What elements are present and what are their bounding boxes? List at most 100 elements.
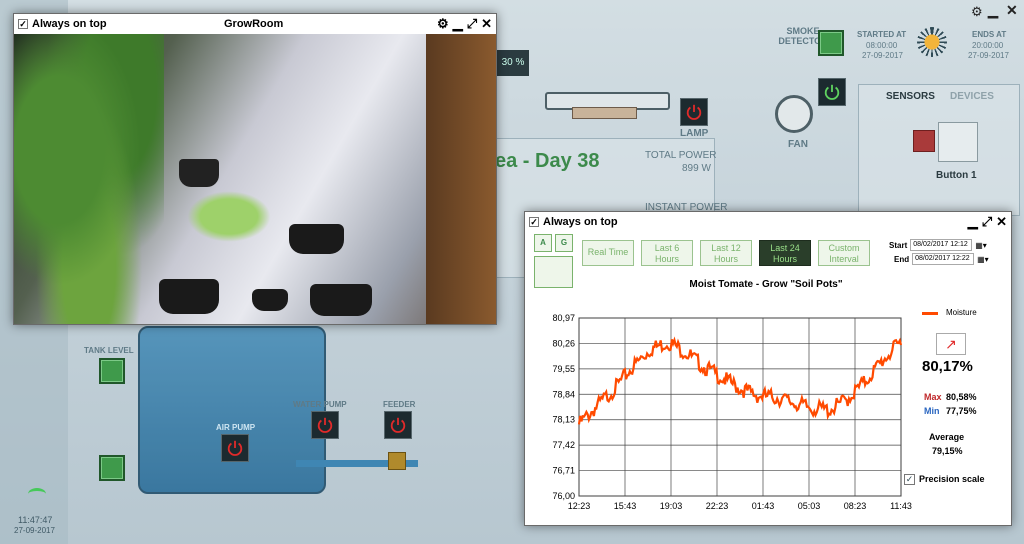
smoke-detector-indicator	[818, 30, 844, 56]
camera-feed	[14, 34, 496, 324]
started-date: 27-09-2017	[862, 51, 903, 60]
fan-label: FAN	[788, 139, 808, 150]
start-row: Start 08/02/2017 12:12 ▦▾	[889, 239, 987, 251]
y-tick-label: 80,26	[552, 338, 575, 348]
top-right-close-icon[interactable]: ✕	[1006, 2, 1018, 19]
y-tick-label: 78,84	[552, 389, 575, 399]
current-value: 80,17%	[922, 358, 973, 375]
clock-date: 27-09-2017	[14, 526, 55, 535]
button1-icon[interactable]	[938, 122, 978, 162]
chart-minimize-icon[interactable]: ▁	[968, 215, 978, 228]
x-tick-label: 12:23	[568, 501, 591, 511]
chart-title: Moist Tomate - Grow "Soil Pots"	[689, 279, 842, 290]
close-icon[interactable]: ✕	[481, 17, 492, 30]
start-calendar-icon[interactable]: ▦▾	[975, 241, 987, 250]
maximize-icon[interactable]: ⤢	[467, 17, 477, 30]
sensor-icon-gc[interactable]: G	[555, 234, 573, 252]
start-label: Start	[889, 240, 908, 250]
lamp-label: LAMP	[680, 128, 709, 139]
ends-label: ENDS AT	[972, 30, 1007, 39]
trend-up-icon: ↗	[936, 333, 966, 355]
average-value: 79,15%	[932, 446, 963, 456]
ends-time: 20:00:00	[972, 41, 1004, 50]
tent-wall-right	[426, 34, 496, 324]
plant-pot-3	[159, 279, 219, 314]
tank-level-low-indicator	[99, 455, 125, 481]
range-button-3[interactable]: Last 24 Hours	[759, 240, 811, 266]
lamp-bulb	[572, 107, 637, 119]
plant-leaves-center	[184, 189, 274, 244]
total-power-label: TOTAL POWER	[645, 150, 717, 161]
range-button-4[interactable]: Custom Interval	[818, 240, 870, 266]
always-on-top-checkbox[interactable]: ✓	[18, 19, 28, 29]
max-label: Max	[924, 392, 942, 402]
y-tick-label: 80,97	[552, 313, 575, 323]
x-tick-label: 11:43	[890, 501, 912, 511]
plant-pot-4	[310, 284, 372, 316]
button1-label: Button 1	[936, 170, 977, 181]
plant-pot-2	[289, 224, 344, 254]
chart-window-titlebar[interactable]: ✓ Always on top ▁ ⤢ ✕	[525, 212, 1011, 232]
plant-cluster-left	[14, 34, 164, 324]
range-button-2[interactable]: Last 12 Hours	[700, 240, 752, 266]
minimize-icon[interactable]: ▁	[453, 17, 463, 30]
top-right-minimize-icon[interactable]: ▁	[988, 3, 998, 19]
range-button-1[interactable]: Last 6 Hours	[641, 240, 693, 266]
plot-area	[578, 317, 902, 497]
fan-icon	[775, 95, 813, 133]
camera-window-title: GrowRoom	[224, 18, 284, 30]
y-tick-label: 79,55	[552, 364, 575, 374]
tab-devices[interactable]: DEVICES	[950, 91, 994, 102]
max-value: 80,58%	[946, 392, 977, 402]
min-label: Min	[924, 406, 940, 416]
air-pump-power-button[interactable]	[221, 434, 249, 462]
end-calendar-icon[interactable]: ▦▾	[977, 255, 989, 264]
end-label: End	[894, 254, 910, 264]
feeder-label: FEEDER	[383, 400, 416, 409]
chart-close-icon[interactable]: ✕	[996, 215, 1007, 228]
legend-label: Moisture	[946, 308, 977, 317]
total-power-value: 899 W	[682, 163, 711, 174]
settings-gear-icon[interactable]: ⚙	[437, 17, 449, 30]
precision-scale-checkbox[interactable]: ✓	[904, 474, 915, 485]
end-datetime-input[interactable]: 08/02/2017 12:22	[912, 253, 975, 265]
started-label: STARTED AT	[857, 30, 907, 39]
legend-swatch	[922, 312, 938, 315]
range-buttons: Real Time Last 6 Hours Last 12 Hours Last 2…	[582, 240, 870, 266]
lamp-power-button[interactable]	[680, 98, 708, 126]
x-tick-label: 01:43	[752, 501, 775, 511]
end-row: End 08/02/2017 12:22 ▦▾	[894, 253, 989, 265]
sun-icon	[917, 27, 947, 57]
x-tick-label: 05:03	[798, 501, 821, 511]
clock-time: 11:47:47	[18, 515, 53, 525]
area-title: ea - Day 38	[495, 150, 600, 172]
precision-scale-label: Precision scale	[919, 474, 985, 484]
feeder-valve	[388, 452, 406, 470]
water-pump-power-button[interactable]	[311, 411, 339, 439]
percent-badge: 30 %	[497, 50, 529, 76]
air-pump-label: AIR PUMP	[216, 423, 256, 432]
average-label: Average	[929, 432, 965, 442]
range-button-0[interactable]: Real Time	[582, 240, 634, 266]
feeder-power-button[interactable]	[384, 411, 412, 439]
chart-grid	[578, 317, 902, 497]
water-pump-label: WATER PUMP	[293, 400, 347, 409]
always-on-top-label: Always on top	[32, 18, 107, 30]
chart-always-on-top-label: Always on top	[543, 216, 618, 228]
start-datetime-input[interactable]: 08/02/2017 12:12	[910, 239, 973, 251]
camera-window-titlebar[interactable]: ✓ Always on top GrowRoom ⚙ ▁ ⤢ ✕	[14, 14, 496, 34]
y-axis-ticks: 80,97 80,26 79,55 78,84 78,13 77,42 76,71 76,00	[552, 313, 575, 501]
fan-power-button[interactable]	[818, 78, 846, 106]
y-tick-label: 76,71	[552, 466, 575, 476]
tab-sensors[interactable]: SENSORS	[886, 91, 935, 102]
x-tick-label: 15:43	[614, 501, 637, 511]
x-tick-label: 19:03	[660, 501, 683, 511]
button1-red-indicator	[913, 130, 935, 152]
x-tick-label: 08:23	[844, 501, 867, 511]
x-tick-label: 22:23	[706, 501, 729, 511]
chart-maximize-icon[interactable]: ⤢	[982, 215, 992, 228]
chart-always-on-top-checkbox[interactable]: ✓	[529, 217, 539, 227]
top-right-gear-icon[interactable]: ⚙	[971, 4, 983, 20]
y-tick-label: 78,13	[552, 415, 575, 425]
sensor-icon-ac[interactable]: A	[534, 234, 552, 252]
